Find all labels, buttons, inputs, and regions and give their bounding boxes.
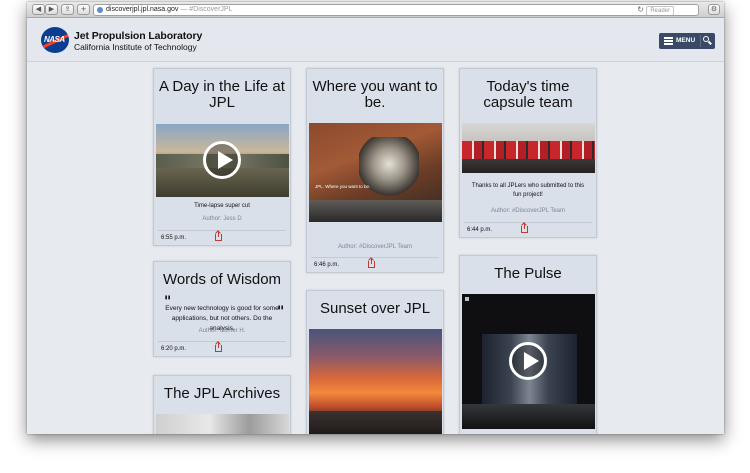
- plus-icon: +: [80, 5, 87, 13]
- share-page-button[interactable]: ⇪: [61, 4, 74, 15]
- reader-button[interactable]: Reader: [646, 6, 674, 15]
- lobby-floor: [462, 404, 595, 429]
- card-footer: 6:20 p.m.: [158, 341, 286, 356]
- card-footer: 6:55 p.m.: [158, 230, 286, 245]
- card-jpl-archives[interactable]: The JPL Archives: [153, 375, 291, 434]
- card-time: 6:55 p.m.: [161, 235, 187, 241]
- site-header: NASA Jet Propulsion Laboratory Californi…: [27, 19, 724, 62]
- card-the-pulse[interactable]: The Pulse: [459, 255, 597, 434]
- menu-label: MENU: [676, 37, 696, 44]
- back-button[interactable]: ◀: [32, 4, 45, 15]
- card-title: Where you want to be.: [312, 78, 438, 111]
- card-author: Author: #DiscoverJPL Team: [337, 244, 413, 250]
- gear-icon: ⚙: [710, 5, 718, 13]
- lab-title[interactable]: Jet Propulsion Laboratory: [74, 30, 202, 42]
- address-bar[interactable]: discoverjpl.jpl.nasa.gov — #DiscoverJPL …: [93, 4, 699, 16]
- team-members: [462, 141, 595, 159]
- card-caption: Thanks to all JPLers who submitted to th…: [471, 183, 585, 198]
- volume-icon[interactable]: [465, 297, 469, 301]
- share-page-icon: ⇪: [64, 5, 71, 13]
- lab-subtitle: California Institute of Technology: [74, 42, 197, 52]
- archive-photo[interactable]: [156, 414, 289, 434]
- card-author: Author: Jess D: [202, 216, 242, 222]
- card-title: The JPL Archives: [163, 385, 281, 402]
- menu-divider: [700, 35, 701, 47]
- share-icon[interactable]: [215, 342, 222, 352]
- forward-button[interactable]: ▶: [45, 4, 58, 15]
- play-icon[interactable]: [203, 141, 241, 179]
- close-quote-icon: ": [277, 304, 285, 320]
- video-thumbnail[interactable]: [156, 124, 289, 197]
- share-icon[interactable]: [215, 231, 222, 241]
- browser-toolbar: ◀ ▶ ⇪ + discoverjpl.jpl.nasa.gov — #Disc…: [27, 2, 724, 18]
- card-footer: 6:44 p.m.: [464, 222, 592, 237]
- card-sunset-over-jpl[interactable]: Sunset over JPL: [306, 290, 444, 434]
- card-author: Author: #DiscoverJPL Team: [490, 208, 566, 214]
- card-time: 6:46 p.m.: [314, 262, 340, 268]
- play-icon[interactable]: [509, 342, 547, 380]
- card-time: 6:20 p.m.: [161, 346, 187, 352]
- share-icon[interactable]: [368, 258, 375, 268]
- card-day-in-life[interactable]: A Day in the Life at JPL Time-lapse supe…: [153, 68, 291, 246]
- silhouette-hills: [309, 411, 442, 434]
- card-where-you-want[interactable]: Where you want to be. JPL. Where you wan…: [306, 68, 444, 273]
- card-words-of-wisdom[interactable]: Words of Wisdom " Every new technology i…: [153, 261, 291, 357]
- rover-deck: [309, 200, 442, 222]
- card-author: Author: Homer H.: [198, 328, 246, 334]
- team-legs: [462, 159, 595, 173]
- card-title: Words of Wisdom: [162, 271, 282, 288]
- back-icon: ◀: [35, 5, 42, 13]
- forward-icon: ▶: [48, 5, 55, 13]
- rover-image[interactable]: JPL. Where you want to be.: [309, 123, 442, 222]
- card-title: Today's time capsule team: [483, 78, 573, 111]
- pulse-video[interactable]: [462, 294, 595, 429]
- browser-window: ◀ ▶ ⇪ + discoverjpl.jpl.nasa.gov — #Disc…: [27, 2, 724, 434]
- settings-button[interactable]: ⚙: [708, 4, 720, 15]
- card-title: Sunset over JPL: [319, 300, 431, 317]
- hamburger-icon: [664, 37, 673, 45]
- add-bookmark-button[interactable]: +: [77, 4, 90, 15]
- card-caption: Time-lapse super cut: [194, 203, 250, 209]
- url-text: discoverjpl.jpl.nasa.gov: [106, 6, 179, 13]
- menu-button[interactable]: MENU: [659, 33, 715, 49]
- media-overlay-text: JPL. Where you want to be.: [315, 184, 371, 189]
- globe-icon: [97, 7, 103, 13]
- team-photo[interactable]: [462, 123, 595, 173]
- url-page-title: — #DiscoverJPL: [180, 6, 233, 13]
- search-icon[interactable]: [703, 36, 709, 42]
- card-time-capsule[interactable]: Today's time capsule team Thanks to all …: [459, 68, 597, 238]
- nasa-logo-text: NASA: [44, 35, 65, 44]
- card-time: 6:44 p.m.: [467, 227, 493, 233]
- card-footer: 6:46 p.m.: [311, 257, 439, 272]
- card-title: The Pulse: [494, 265, 562, 282]
- sunset-photo[interactable]: [309, 329, 442, 434]
- nasa-logo[interactable]: NASA: [41, 27, 69, 53]
- card-title: A Day in the Life at JPL: [159, 78, 285, 111]
- share-icon[interactable]: [521, 223, 528, 233]
- reload-icon[interactable]: ↻: [637, 5, 644, 15]
